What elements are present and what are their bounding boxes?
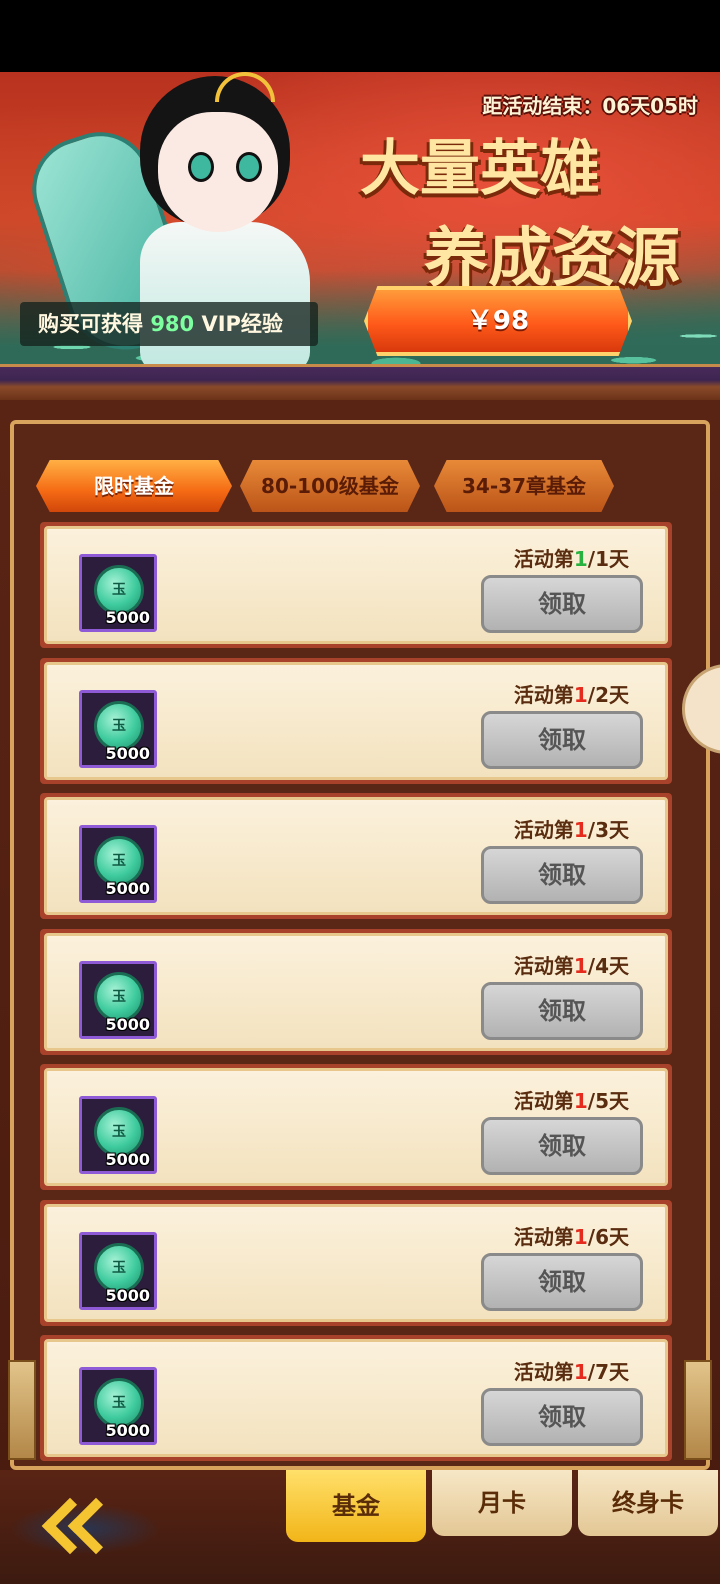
back-button[interactable] xyxy=(10,1484,160,1564)
reward-item-quantity: 5000 xyxy=(105,1150,150,1169)
claim-button[interactable]: 领取 xyxy=(481,710,643,769)
tab-level-80-100-fund[interactable]: 80-100级基金 xyxy=(240,460,420,512)
reward-item-quantity: 5000 xyxy=(105,1421,150,1440)
reward-row: 玉 5000 活动第1/7天 领取 xyxy=(40,1335,672,1461)
banner-headline: 大量英雄 养成资源 xyxy=(320,120,680,299)
day-suffix: /7天 xyxy=(587,1360,629,1384)
day-prefix: 活动第 xyxy=(513,1089,574,1113)
headline-line1: 大量英雄 xyxy=(360,134,600,204)
reward-item-slot[interactable]: 玉 5000 xyxy=(79,554,157,632)
reward-item-slot[interactable]: 玉 5000 xyxy=(79,1367,157,1445)
nav-tab-monthly-card[interactable]: 月卡 xyxy=(432,1470,572,1536)
event-banner: 距活动结束：06天05时 大量英雄 养成资源 购买可获得 980 VIP经验 ￥… xyxy=(0,72,720,400)
reward-item-quantity: 5000 xyxy=(105,608,150,627)
day-suffix: /3天 xyxy=(587,818,629,842)
vip-suffix: VIP经验 xyxy=(201,312,283,336)
panel-post-right xyxy=(684,1360,712,1460)
day-current: 1 xyxy=(573,1360,588,1384)
reward-card: 玉 5000 活动第1/5天 领取 xyxy=(44,1068,668,1186)
panel-post-left xyxy=(8,1360,36,1460)
day-current: 1 xyxy=(573,547,588,571)
day-suffix: /2天 xyxy=(587,682,629,707)
day-progress-label: 活动第1/1天 xyxy=(514,543,629,572)
reward-item-slot[interactable]: 玉 5000 xyxy=(79,960,157,1039)
reward-card: 玉 5000 活动第1/2天 领取 xyxy=(44,661,668,780)
vip-amount: 980 xyxy=(150,312,195,336)
reward-item-quantity: 5000 xyxy=(105,1014,150,1034)
claim-button[interactable]: 领取 xyxy=(481,1388,643,1446)
vip-prefix: 购买可获得 xyxy=(38,312,143,336)
day-progress-label: 活动第1/7天 xyxy=(514,1356,629,1385)
day-progress-label: 活动第1/5天 xyxy=(514,1085,629,1114)
day-progress-label: 活动第1/4天 xyxy=(514,950,629,979)
heroine-eye-left xyxy=(188,152,214,182)
reward-row: 玉 5000 活动第1/3天 领取 xyxy=(40,793,672,919)
tab-limited-fund[interactable]: 限时基金 xyxy=(36,460,232,512)
heroine-eye-right xyxy=(236,152,262,182)
day-prefix: 活动第 xyxy=(513,1224,574,1249)
bottom-nav: 基金 月卡 终身卡 xyxy=(0,1470,720,1584)
reward-row: 玉 5000 活动第1/5天 领取 xyxy=(40,1064,672,1190)
day-progress-label: 活动第1/6天 xyxy=(514,1221,629,1250)
purchase-price-button[interactable]: ￥98 xyxy=(364,286,632,356)
day-current: 1 xyxy=(573,1224,588,1249)
reward-row: 玉 5000 活动第1/2天 领取 xyxy=(40,657,672,784)
claim-button[interactable]: 领取 xyxy=(481,1252,643,1311)
day-suffix: /5天 xyxy=(587,1089,629,1113)
headline-line2: 养成资源 xyxy=(424,221,680,296)
day-current: 1 xyxy=(573,1089,588,1113)
status-bar xyxy=(0,0,720,72)
reward-item-quantity: 5000 xyxy=(105,1285,150,1305)
claim-button[interactable]: 领取 xyxy=(481,981,643,1040)
day-suffix: /4天 xyxy=(587,953,629,978)
claim-button[interactable]: 领取 xyxy=(481,575,643,633)
claim-button[interactable]: 领取 xyxy=(481,846,643,904)
reward-item-quantity: 5000 xyxy=(105,879,150,898)
banner-frame-border xyxy=(0,364,720,400)
reward-card: 玉 5000 活动第1/1天 领取 xyxy=(44,526,668,644)
day-current: 1 xyxy=(573,818,588,842)
day-prefix: 活动第 xyxy=(513,682,574,707)
reward-row: 玉 5000 活动第1/1天 领取 xyxy=(40,522,672,648)
nav-tab-fund[interactable]: 基金 xyxy=(286,1470,426,1542)
reward-card: 玉 5000 活动第1/6天 领取 xyxy=(44,1203,668,1322)
day-prefix: 活动第 xyxy=(513,818,574,842)
day-progress-label: 活动第1/3天 xyxy=(514,814,629,843)
heroine-robe xyxy=(140,222,310,372)
day-prefix: 活动第 xyxy=(513,953,574,978)
reward-row: 玉 5000 活动第1/4天 领取 xyxy=(40,928,672,1055)
day-prefix: 活动第 xyxy=(513,1360,574,1384)
reward-item-quantity: 5000 xyxy=(105,743,150,763)
event-countdown: 距活动结束：06天05时 xyxy=(482,94,698,118)
reward-card: 玉 5000 活动第1/4天 领取 xyxy=(44,932,668,1051)
reward-card: 玉 5000 活动第1/3天 领取 xyxy=(44,797,668,915)
claim-button[interactable]: 领取 xyxy=(481,1117,643,1175)
day-prefix: 活动第 xyxy=(513,547,574,571)
reward-card: 玉 5000 活动第1/7天 领取 xyxy=(44,1339,668,1457)
day-suffix: /1天 xyxy=(587,547,629,571)
reward-item-slot[interactable]: 玉 5000 xyxy=(79,689,157,768)
reward-row: 玉 5000 活动第1/6天 领取 xyxy=(40,1199,672,1326)
nav-tab-lifetime-card[interactable]: 终身卡 xyxy=(578,1470,718,1536)
vip-exp-info: 购买可获得 980 VIP经验 xyxy=(20,302,318,346)
tab-chapter-34-37-fund[interactable]: 34-37章基金 xyxy=(434,460,614,512)
reward-item-slot[interactable]: 玉 5000 xyxy=(79,1096,157,1174)
day-current: 1 xyxy=(573,682,588,707)
day-suffix: /6天 xyxy=(587,1224,629,1249)
day-progress-label: 活动第1/2天 xyxy=(514,679,629,708)
fund-tabs: 限时基金 80-100级基金 34-37章基金 xyxy=(36,460,676,514)
reward-item-slot[interactable]: 玉 5000 xyxy=(79,1231,157,1310)
day-current: 1 xyxy=(573,953,588,978)
reward-item-slot[interactable]: 玉 5000 xyxy=(79,825,157,903)
